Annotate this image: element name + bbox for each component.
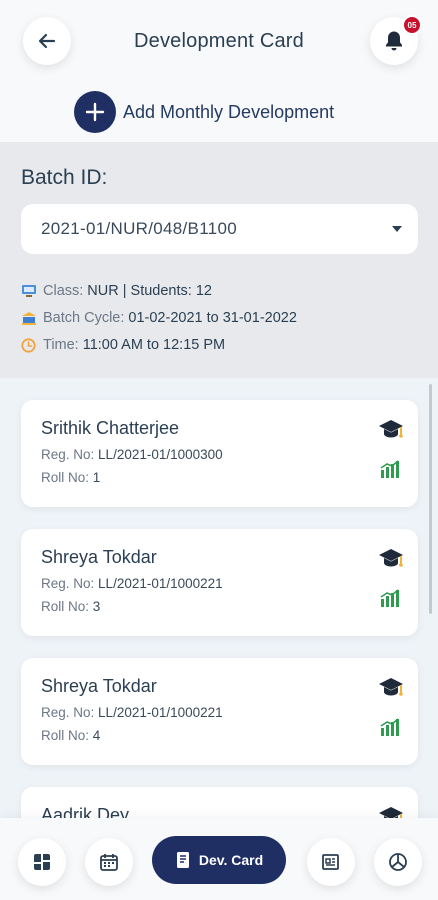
time-label: Time: bbox=[43, 337, 79, 353]
add-monthly-development-button[interactable]: Add Monthly Development bbox=[74, 91, 334, 133]
student-name: Aadrik Dey bbox=[41, 805, 130, 818]
student-roll: Roll No: 1 bbox=[41, 470, 101, 485]
add-monthly-development-label: Add Monthly Development bbox=[123, 101, 335, 122]
student-list[interactable]: Srithik Chatterjee Reg. No: LL/2021-01/1… bbox=[0, 378, 438, 818]
graduation-cap-icon[interactable] bbox=[378, 418, 404, 445]
bell-icon bbox=[386, 31, 402, 51]
student-name: Shreya Tokdar bbox=[41, 547, 157, 567]
batch-cycle-info: Batch Cycle: 01-02-2021 to 31-01-2022 bbox=[21, 310, 297, 326]
student-card[interactable]: Shreya Tokdar Reg. No: LL/2021-01/100022… bbox=[21, 658, 418, 765]
graduation-cap-icon[interactable] bbox=[378, 805, 404, 818]
class-label: Class: bbox=[43, 283, 84, 299]
batch-cycle-label: Batch Cycle: bbox=[43, 310, 125, 326]
batch-section: Batch ID: 2021-01/NUR/048/B1100 Class: N… bbox=[0, 142, 438, 378]
notifications-button[interactable]: 05 bbox=[370, 15, 422, 65]
class-info: Class: NUR | Students: 12 bbox=[21, 283, 212, 299]
clock-icon bbox=[21, 337, 39, 353]
student-card[interactable]: Aadrik Dey bbox=[21, 787, 418, 818]
student-roll: Roll No: 4 bbox=[41, 728, 101, 743]
bar-chart-icon[interactable] bbox=[380, 718, 400, 741]
time-value: 11:00 AM to 12:15 PM bbox=[82, 337, 226, 353]
plus-icon bbox=[74, 91, 116, 133]
bar-chart-icon[interactable] bbox=[380, 460, 400, 483]
nav-report-button[interactable] bbox=[307, 838, 355, 886]
student-reg: Reg. No: LL/2021-01/1000221 bbox=[41, 576, 223, 591]
classroom-icon bbox=[21, 284, 39, 298]
graduation-cap-icon[interactable] bbox=[378, 676, 404, 703]
student-card[interactable]: Srithik Chatterjee Reg. No: LL/2021-01/1… bbox=[21, 400, 418, 507]
class-value: NUR | Students: 12 bbox=[87, 283, 212, 299]
nav-analytics-button[interactable] bbox=[374, 838, 422, 886]
document-icon bbox=[175, 851, 191, 869]
app-header: Development Card 05 Add Monthly Developm… bbox=[0, 0, 438, 142]
pie-chart-icon bbox=[389, 853, 407, 871]
batch-id-value: 2021-01/NUR/048/B1100 bbox=[41, 219, 237, 238]
student-reg: Reg. No: LL/2021-01/1000300 bbox=[41, 447, 223, 462]
student-reg: Reg. No: LL/2021-01/1000221 bbox=[41, 705, 223, 720]
bottom-navigation: Dev. Card bbox=[0, 818, 438, 900]
batch-id-title: Batch ID: bbox=[21, 166, 108, 189]
student-card[interactable]: Shreya Tokdar Reg. No: LL/2021-01/100022… bbox=[21, 529, 418, 636]
nav-calendar-button[interactable] bbox=[85, 838, 133, 886]
student-name: Srithik Chatterjee bbox=[41, 418, 180, 438]
newspaper-icon bbox=[322, 854, 339, 870]
dashboard-icon bbox=[34, 854, 50, 870]
nav-dev-card-button[interactable]: Dev. Card bbox=[152, 836, 286, 884]
student-name: Shreya Tokdar bbox=[41, 676, 157, 696]
student-roll: Roll No: 3 bbox=[41, 599, 101, 614]
time-info: Time: 11:00 AM to 12:15 PM bbox=[21, 337, 225, 353]
calendar-icon bbox=[100, 854, 118, 871]
nav-dashboard-button[interactable] bbox=[18, 838, 66, 886]
notification-badge: 05 bbox=[402, 15, 422, 35]
batch-cycle-value: 01-02-2021 to 31-01-2022 bbox=[128, 310, 297, 326]
batch-id-select[interactable]: 2021-01/NUR/048/B1100 bbox=[21, 204, 418, 254]
nav-dev-card-label: Dev. Card bbox=[198, 852, 264, 868]
bar-chart-icon[interactable] bbox=[380, 589, 400, 612]
graduation-cap-icon[interactable] bbox=[378, 547, 404, 574]
cycle-icon bbox=[21, 311, 39, 325]
scrollbar[interactable] bbox=[429, 384, 432, 614]
caret-down-icon bbox=[392, 226, 402, 232]
